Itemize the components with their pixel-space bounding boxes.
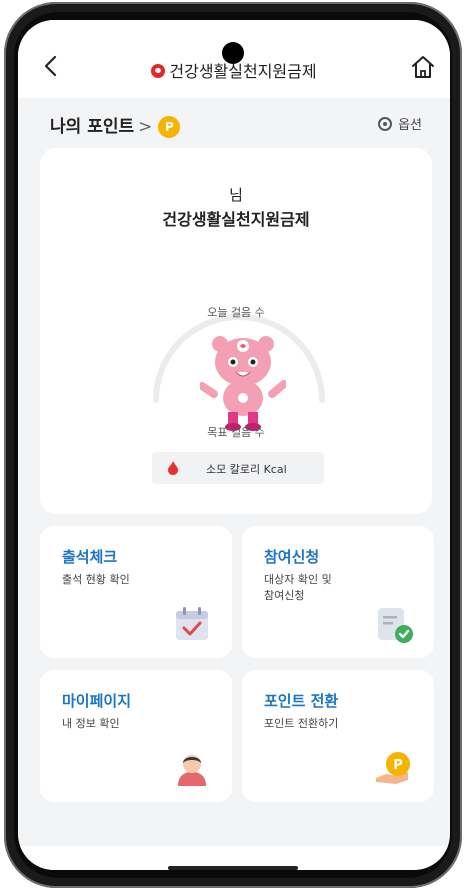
my-points-link[interactable]: 나의 포인트 > P (50, 112, 181, 138)
goal-steps-label: 목표 걸음 수 (207, 426, 265, 439)
calorie-box: 소모 칼로리 Kcal (152, 452, 324, 484)
step-summary-card: 님 건강생활실천지원금제 오늘 걸음 수 목표 걸음 수 소모 칼로리 Kcal (40, 148, 432, 514)
app-title-text: 건강생활실천지원금제 (169, 62, 317, 81)
tile-title: 마이페이지 (62, 692, 132, 710)
point-conversion-tile[interactable]: 포인트 전환 포인트 전환하기 P (242, 670, 434, 802)
today-steps-label: 오늘 걸음 수 (207, 306, 265, 319)
attendance-check-tile[interactable]: 출석체크 출석 현황 확인 (40, 526, 232, 658)
point-coin-hand-icon: P (376, 752, 410, 784)
tile-subtitle: 포인트 전환하기 (264, 717, 339, 730)
options-button[interactable]: 옵션 (378, 114, 422, 133)
my-page-tile[interactable]: 마이페이지 내 정보 확인 (40, 670, 232, 802)
tile-title: 참여신청 (264, 548, 320, 566)
calendar-check-icon (176, 607, 208, 640)
document-check-icon (378, 608, 413, 643)
brand-logo-icon (151, 64, 166, 78)
options-label: 옵션 (398, 118, 422, 133)
user-avatar-icon (178, 755, 206, 786)
app-screen: 건강생활실천지원금제 나의 포인트 > P 옵션 님 건강생활실천지원금제 오늘 걸… (18, 20, 450, 870)
tile-subtitle: 내 정보 확인 (62, 717, 120, 730)
tile-title: 출석체크 (62, 548, 118, 566)
chevron-right-icon: > (138, 117, 153, 137)
tile-subtitle: 대상자 확인 및 참여신청 (264, 573, 332, 602)
home-icon[interactable] (410, 54, 436, 80)
calorie-label: 소모 칼로리 Kcal (206, 463, 287, 476)
point-badge-icon: P (158, 116, 181, 138)
home-indicator[interactable] (168, 866, 298, 870)
svg-text:P: P (393, 758, 403, 773)
flame-icon (168, 461, 178, 475)
mascot-character-image (200, 336, 286, 431)
my-points-label: 나의 포인트 (50, 117, 135, 137)
user-name-suffix: 님 (229, 186, 243, 204)
tile-title: 포인트 전환 (264, 692, 339, 710)
settings-icon (378, 117, 393, 131)
program-name: 건강생활실천지원금제 (162, 210, 310, 229)
tile-subtitle: 출석 현황 확인 (62, 573, 130, 586)
participation-apply-tile[interactable]: 참여신청 대상자 확인 및 참여신청 (242, 526, 434, 658)
front-camera (222, 42, 244, 64)
